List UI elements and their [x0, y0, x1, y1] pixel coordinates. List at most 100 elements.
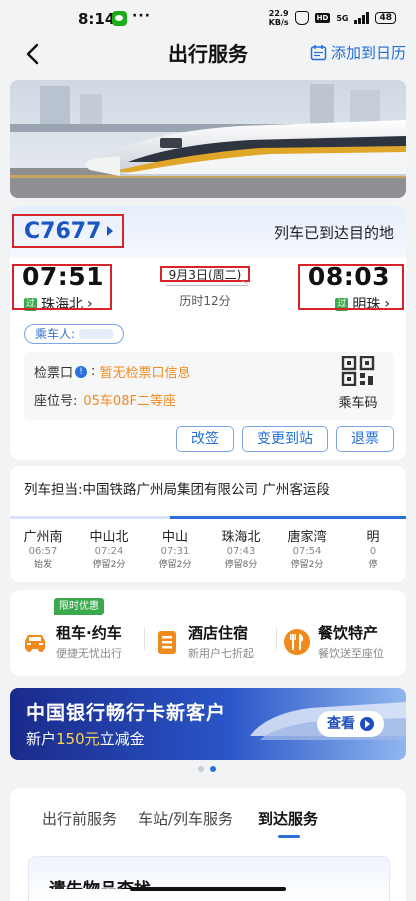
- network-speed: 22.9 KB/s: [269, 9, 289, 27]
- route-stop: 珠海北 07:43 停留8分: [208, 526, 274, 570]
- stop-time: 06:57: [28, 546, 58, 557]
- route-stops[interactable]: 广州南 06:57 始发 中山北 07:24 停留2分 中山 07:31 停留2…: [10, 526, 406, 570]
- gate-value: 暂无检票口信息: [99, 366, 191, 381]
- ad-sub-amount: 150元: [56, 730, 100, 748]
- seat-row: 座位号: 05车08F二等座: [34, 390, 176, 409]
- change-destination-button[interactable]: 变更到站: [242, 426, 328, 452]
- route-arrow: [166, 285, 248, 286]
- car-icon: [25, 634, 45, 652]
- stop-name: 明: [366, 530, 380, 545]
- tab-pre-travel[interactable]: 出行前服务: [42, 808, 117, 829]
- service-title: 酒店住宿: [188, 624, 249, 642]
- seat-label: 座位号:: [34, 394, 78, 409]
- bank-card-ad-banner[interactable]: 中国银行畅行卡新客户 新户150元立减金 查看: [10, 688, 406, 760]
- stop-name: 唐家湾: [287, 530, 327, 545]
- divider: [144, 628, 145, 650]
- change-ticket-button[interactable]: 改签: [176, 426, 234, 452]
- back-arrow-icon[interactable]: [22, 40, 46, 68]
- service-subtitle: 餐饮送至座位: [318, 647, 384, 660]
- add-to-calendar-label: 添加到日历: [330, 44, 406, 62]
- mute-icon: [294, 11, 309, 25]
- add-to-calendar-button[interactable]: 添加到日历: [310, 42, 406, 63]
- ad-sub-prefix: 新户: [26, 730, 57, 748]
- service-title: 租车·约车: [56, 624, 122, 642]
- trip-duration: 历时12分: [179, 294, 231, 308]
- stop-name: 广州南: [23, 530, 63, 545]
- calendar-icon: [310, 45, 327, 61]
- service-tabs-card: 出行前服务 车站/列车服务 到达服务 遗失物品查找: [10, 788, 406, 901]
- route-stop: 中山 07:31 停留2分: [142, 526, 208, 570]
- chevron-right-icon: [107, 226, 114, 236]
- active-tab-indicator: [278, 835, 300, 838]
- route-stop: 明 0 停: [340, 526, 406, 570]
- route-progress-line: [10, 516, 406, 519]
- passenger-chip[interactable]: 乘车人:: [24, 324, 125, 344]
- trip-card-header: C7677 列车已到达目的地: [10, 206, 406, 258]
- ad-subtitle: 新户150元立减金: [26, 728, 145, 749]
- network-type: 5G: [336, 13, 349, 23]
- train-banner-image: [10, 80, 406, 198]
- route-stop: 中山北 07:24 停留2分: [76, 526, 142, 570]
- date-highlight-box: [160, 266, 250, 282]
- route-card: 列车担当:中国铁路广州局集团有限公司 广州客运段 广州南 06:57 始发 中山…: [10, 466, 406, 582]
- trip-card: C7677 列车已到达目的地 07:51 过 珠海北 › 9月3日(周二) 历时…: [10, 206, 406, 460]
- services-card: 限时优惠 租车·约车 便捷无忧出行 酒店住宿 新用户七折起 餐饮特产 餐饮送至座…: [10, 590, 406, 676]
- hotel-icon: [158, 630, 176, 654]
- status-bar: 8:14 ··· 22.9 KB/s HD 5G 48: [0, 0, 416, 36]
- passenger-label: 乘车人:: [35, 327, 76, 341]
- train-number: C7677: [24, 218, 102, 244]
- stop-stay: 停留2分: [290, 560, 324, 570]
- home-indicator[interactable]: [130, 887, 286, 891]
- service-subtitle: 便捷无忧出行: [56, 647, 122, 660]
- stop-time: 07:54: [292, 546, 322, 557]
- hotel-service[interactable]: 酒店住宿 新用户七折起: [152, 622, 254, 661]
- gate-colon: :: [91, 364, 100, 379]
- carousel-dot: [198, 766, 204, 772]
- play-icon: [360, 717, 374, 731]
- stop-stay: 停留2分: [92, 560, 126, 570]
- stop-name: 中山: [161, 530, 188, 545]
- passenger-name-masked: [79, 329, 114, 339]
- ad-view-label: 查看: [327, 716, 355, 732]
- tab-station-train[interactable]: 车站/列车服务: [138, 808, 233, 829]
- train-number-button[interactable]: C7677: [12, 214, 124, 248]
- refund-ticket-button[interactable]: 退票: [336, 426, 394, 452]
- route-stop: 广州南 06:57 始发: [10, 526, 76, 570]
- train-operator: 列车担当:中国铁路广州局集团有限公司 广州客运段: [24, 482, 330, 498]
- hd-icon: HD: [314, 13, 331, 23]
- tab-arrival[interactable]: 到达服务: [258, 808, 318, 829]
- header: 出行服务 添加到日历: [0, 36, 416, 72]
- battery-icon: 48: [375, 12, 396, 24]
- stop-time: 0: [369, 546, 377, 557]
- ad-view-button[interactable]: 查看: [317, 711, 384, 737]
- arrival-highlight-box: [298, 264, 404, 310]
- carousel-indicator: [198, 766, 216, 772]
- more-notifications-icon: ···: [132, 8, 151, 24]
- ad-sub-suffix: 立减金: [99, 730, 145, 748]
- ride-code-button[interactable]: 乘车码: [330, 355, 386, 416]
- service-title: 餐饮特产: [318, 624, 379, 642]
- seat-value: 05车08F二等座: [83, 394, 176, 409]
- ad-title: 中国银行畅行卡新客户: [26, 702, 227, 724]
- stop-time: 07:31: [160, 546, 190, 557]
- stop-stay: 停留8分: [224, 560, 258, 570]
- food-icon: [284, 628, 310, 655]
- signal-icon: [354, 12, 370, 24]
- lost-items-card[interactable]: 遗失物品查找: [28, 856, 390, 901]
- stop-time: 07:24: [94, 546, 124, 557]
- ticket-info-box: 检票口 ! : 暂无检票口信息 座位号: 05车08F二等座 乘车码: [24, 352, 394, 420]
- status-time: 8:14: [78, 10, 116, 28]
- info-icon[interactable]: !: [75, 365, 88, 378]
- stop-time: 07:43: [226, 546, 256, 557]
- qr-code-icon: [341, 355, 375, 387]
- stop-name: 珠海北: [221, 530, 261, 545]
- car-rental-service[interactable]: 租车·约车 便捷无忧出行: [20, 622, 122, 661]
- divider: [276, 628, 277, 650]
- network-speed-value: 22.9: [268, 9, 289, 18]
- stop-stay: 始发: [33, 560, 52, 570]
- stop-name: 中山北: [89, 530, 129, 545]
- route-stop: 唐家湾 07:54 停留2分: [274, 526, 340, 570]
- carousel-dot-active: [210, 766, 216, 772]
- ride-code-label: 乘车码: [338, 396, 378, 411]
- catering-service[interactable]: 餐饮特产 餐饮送至座位: [282, 622, 384, 661]
